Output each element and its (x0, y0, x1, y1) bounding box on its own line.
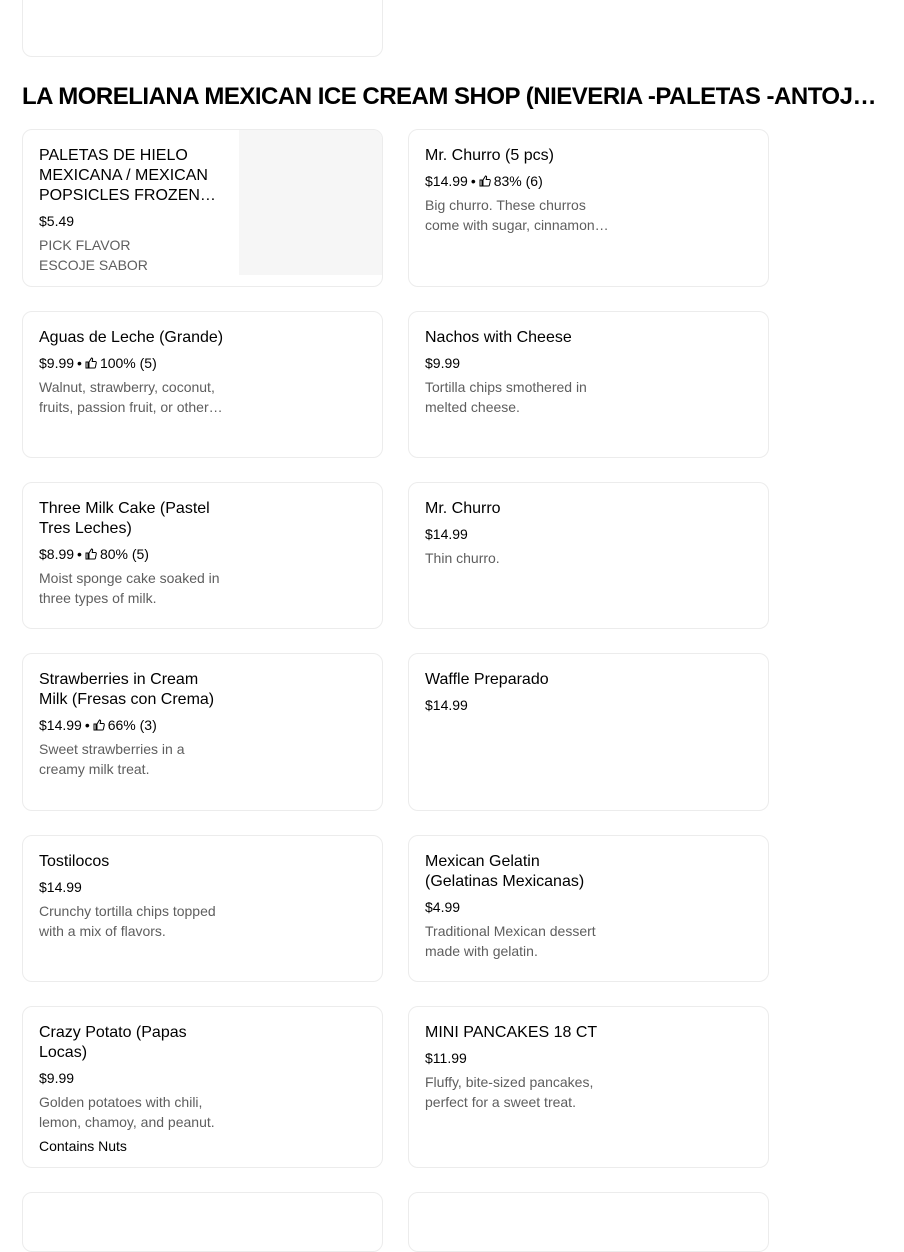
item-name: Nachos with Cheese (425, 329, 572, 346)
item-name: MINI PANCAKES 18 CT (425, 1024, 598, 1041)
item-name: Mexican Gelatin (Gelatinas Mexicanas) (425, 853, 585, 890)
item-meta: $14.99 • 66% (3) (39, 715, 225, 735)
item-price: $8.99 (39, 546, 75, 562)
item-price: $4.99 (425, 899, 461, 915)
item-rating: 83% (6) (493, 173, 543, 189)
thumbs-up-icon (93, 719, 105, 731)
meta-separator: • (77, 355, 82, 371)
meta-separator: • (84, 717, 90, 733)
item-rating: 80% (5) (99, 546, 149, 562)
menu-item-card[interactable]: Mexican Gelatin (Gelatinas Mexicanas) $4… (408, 835, 769, 982)
item-description: Tortilla chips smothered in melted chees… (425, 379, 587, 415)
item-name: Aguas de Leche (Grande) (39, 329, 224, 346)
item-description: Moist sponge cake soaked in three types … (39, 570, 220, 606)
menu-item-card-partial-bottom[interactable] (22, 1192, 383, 1252)
item-meta: $11.99 (425, 1048, 611, 1068)
item-rating: 66% (3) (107, 717, 157, 733)
menu-item-card[interactable]: MINI PANCAKES 18 CT $11.99 Fluffy, bite-… (408, 1006, 769, 1168)
menu-item-card[interactable]: Three Milk Cake (Pastel Tres Leches) $8.… (22, 482, 383, 629)
item-meta: $4.99 (425, 897, 611, 917)
item-description: Big churro. These churros come with suga… (425, 197, 595, 233)
item-meta: $9.99 • 100% (5) (39, 353, 225, 373)
item-description: Fluffy, bite-sized pancakes, perfect for… (425, 1074, 594, 1110)
thumbs-up-icon (85, 357, 97, 369)
item-price: $14.99 (425, 173, 468, 189)
thumbs-up-icon (479, 175, 491, 187)
thumbs-up-icon (85, 548, 97, 560)
menu-item-card[interactable]: PALETAS DE HIELO MEXICANA / MEXICAN POPS… (22, 129, 383, 287)
item-name: Mr. Churro (5 pcs) (425, 147, 554, 164)
item-description: Traditional Mexican dessert made with ge… (425, 923, 596, 959)
item-name: Crazy Potato (Papas Locas) (39, 1024, 187, 1061)
item-meta: $8.99 • 80% (5) (39, 544, 225, 564)
item-meta: $9.99 (39, 1068, 225, 1088)
meta-separator: • (77, 546, 82, 562)
item-price: $9.99 (39, 1070, 75, 1086)
item-price: $14.99 (425, 526, 468, 542)
item-description-line: ESCOJE SABOR (39, 257, 148, 273)
item-name: Tostilocos (39, 853, 110, 870)
item-rating: 100% (5) (99, 355, 157, 371)
item-price: $9.99 (425, 355, 461, 371)
menu-item-card[interactable]: Tostilocos $14.99 Crunchy tortilla chips… (22, 835, 383, 982)
item-name: Strawberries in Cream Milk (Fresas con C… (39, 671, 215, 708)
item-meta: $14.99 • 83% (6) (425, 171, 611, 191)
menu-item-card[interactable]: Crazy Potato (Papas Locas) $9.99 Golden … (22, 1006, 383, 1168)
item-description: Sweet strawberries in a creamy milk trea… (39, 741, 185, 777)
meta-separator: • (470, 173, 476, 189)
item-name: Mr. Churro (425, 500, 501, 517)
item-image-placeholder (239, 130, 382, 275)
item-price: $11.99 (425, 1050, 467, 1066)
item-description: Golden potatoes with chili, lemon, chamo… (39, 1094, 215, 1130)
item-meta: $5.49 (39, 211, 219, 231)
item-meta: $14.99 (39, 877, 225, 897)
item-name: Three Milk Cake (Pastel Tres Leches) (39, 500, 210, 537)
item-price: $5.49 (39, 213, 75, 229)
section-title: LA MORELIANA MEXICAN ICE CREAM SHOP (NIE… (22, 83, 882, 110)
item-meta: $14.99 (425, 524, 611, 544)
item-price: $14.99 (425, 697, 468, 713)
menu-item-card-partial-bottom[interactable] (408, 1192, 769, 1252)
item-name: Waffle Preparado (425, 671, 549, 688)
item-description: PICK FLAVOR ESCOJE SABOR (39, 235, 219, 275)
item-meta: $9.99 (425, 353, 611, 373)
item-description: Thin churro. (425, 550, 500, 566)
item-description: Crunchy tortilla chips topped with a mix… (39, 903, 216, 939)
menu-item-card[interactable]: Aguas de Leche (Grande) $9.99 • 100% (5) W… (22, 311, 383, 458)
menu-item-card[interactable]: Mr. Churro (5 pcs) $14.99 • 83% (6) Big ch… (408, 129, 769, 287)
menu-item-card[interactable]: Strawberries in Cream Milk (Fresas con C… (22, 653, 383, 811)
item-price: $14.99 (39, 717, 82, 733)
menu-item-card[interactable]: Nachos with Cheese $9.99 Tortilla chips … (408, 311, 769, 458)
item-description-line: PICK FLAVOR (39, 237, 131, 253)
menu-item-card-partial-top[interactable] (22, 0, 383, 57)
menu-item-card[interactable]: Waffle Preparado $14.99 (408, 653, 769, 811)
item-dietary-tag: Contains Nuts (39, 1138, 127, 1154)
item-price: $9.99 (39, 355, 75, 371)
menu-item-card[interactable]: Mr. Churro $14.99 Thin churro. (408, 482, 769, 629)
item-description: Walnut, strawberry, coconut, fruits, pas… (39, 379, 215, 415)
item-price: $14.99 (39, 879, 82, 895)
item-name: PALETAS DE HIELO MEXICANA / MEXICAN POPS… (39, 147, 208, 204)
item-meta: $14.99 (425, 695, 611, 715)
